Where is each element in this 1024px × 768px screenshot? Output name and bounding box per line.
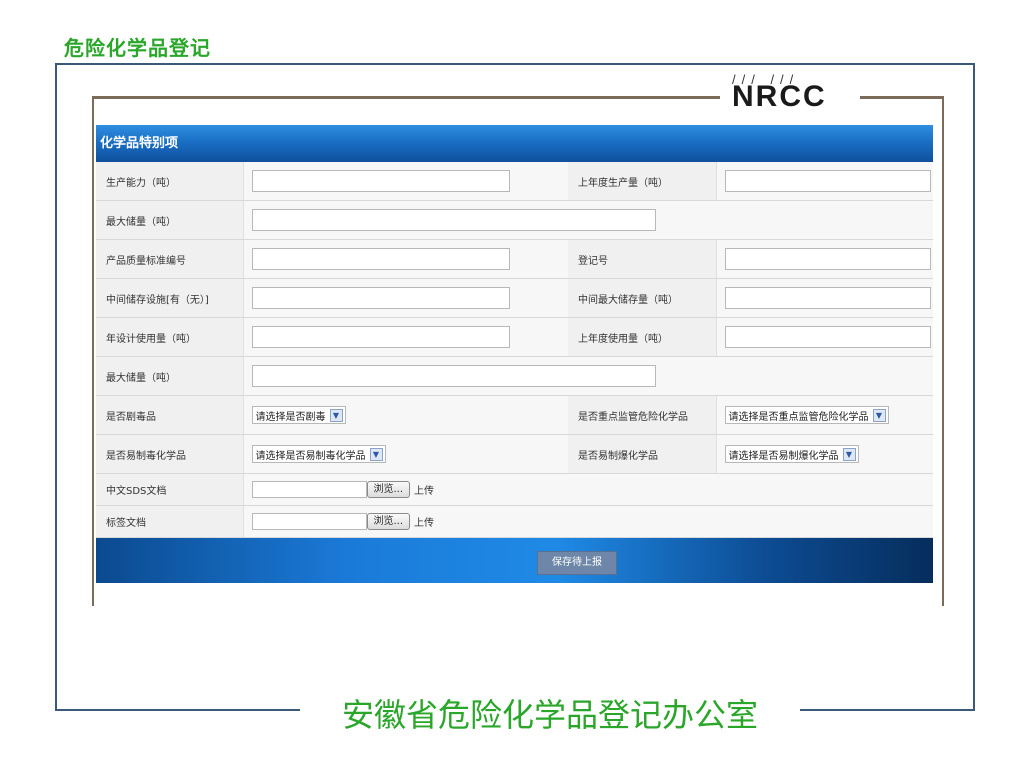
intermediate-max-storage-input[interactable] <box>724 287 931 309</box>
sds-file-input[interactable] <box>251 481 367 498</box>
inner-frame-top-right <box>860 96 942 99</box>
label-file-input[interactable] <box>251 513 367 530</box>
max-storage-input[interactable] <box>251 209 656 231</box>
highly-toxic-select[interactable]: 请选择是否剧毒 ▼ <box>251 406 346 424</box>
chevron-down-icon: ▼ <box>329 408 343 422</box>
table-row: 最大储量（吨） <box>96 356 933 396</box>
intermediate-storage-input[interactable] <box>251 287 510 309</box>
quality-standard-no-input[interactable] <box>251 248 510 270</box>
logo-mark: /// /// <box>732 72 800 87</box>
label-label-document: 标签文档 <box>96 505 243 538</box>
annual-design-usage-input[interactable] <box>251 326 510 348</box>
precursor-drug-select-value: 请选择是否易制毒化学品 <box>255 450 366 462</box>
key-supervised-select-value: 请选择是否重点监管危险化学品 <box>728 411 869 423</box>
form-footer-bar: 保存待上报 <box>96 538 933 583</box>
label-last-year-usage: 上年度使用量（吨） <box>568 317 716 357</box>
precursor-drug-select[interactable]: 请选择是否易制毒化学品 ▼ <box>251 445 386 463</box>
table-row: 最大储量（吨） <box>96 200 933 240</box>
label-upload-link[interactable]: 上传 <box>414 514 434 529</box>
label-registration-no: 登记号 <box>568 239 716 279</box>
chevron-down-icon: ▼ <box>369 447 383 461</box>
label-key-supervised: 是否重点监管危险化学品 <box>568 395 716 435</box>
label-sds-document: 中文SDS文档 <box>96 473 243 506</box>
label-max-storage: 最大储量（吨） <box>96 200 243 240</box>
form-table: 生产能力（吨） 上年度生产量（吨） 最大储量（吨） 产品质量标准编号 登记号 中… <box>96 162 933 538</box>
label-intermediate-max-storage: 中间最大储存量（吨） <box>568 278 716 318</box>
footer-organization-title: 安徽省危险化学品登记办公室 <box>300 690 800 736</box>
table-row: 年设计使用量（吨） 上年度使用量（吨） <box>96 317 933 357</box>
label-quality-standard-no: 产品质量标准编号 <box>96 239 243 279</box>
table-row: 中文SDS文档 浏览... 上传 <box>96 473 933 506</box>
label-highly-toxic: 是否剧毒品 <box>96 395 243 435</box>
table-row: 标签文档 浏览... 上传 <box>96 505 933 538</box>
sds-upload-link[interactable]: 上传 <box>414 482 434 497</box>
chemical-special-items-form: 化学品特别项 生产能力（吨） 上年度生产量（吨） 最大储量（吨） 产品质量标准编… <box>96 125 933 592</box>
production-capacity-input[interactable] <box>251 170 510 192</box>
chevron-down-icon: ▼ <box>872 408 886 422</box>
max-storage-2-input[interactable] <box>251 365 656 387</box>
label-annual-design-usage: 年设计使用量（吨） <box>96 317 243 357</box>
label-last-year-production: 上年度生产量（吨） <box>568 162 716 201</box>
table-row: 中间储存设施[有（无）] 中间最大储存量（吨） <box>96 278 933 318</box>
inner-frame-top <box>92 96 720 99</box>
registration-no-input[interactable] <box>724 248 931 270</box>
label-max-storage-2: 最大储量（吨） <box>96 356 243 396</box>
table-row: 生产能力（吨） 上年度生产量（吨） <box>96 162 933 201</box>
inner-frame-left <box>92 96 94 606</box>
chevron-down-icon: ▼ <box>842 447 856 461</box>
label-precursor-explosive: 是否易制爆化学品 <box>568 434 716 474</box>
table-row: 是否易制毒化学品 请选择是否易制毒化学品 ▼ 是否易制爆化学品 请选择是否易制爆… <box>96 434 933 474</box>
last-year-production-input[interactable] <box>724 170 931 192</box>
save-pending-submit-button[interactable]: 保存待上报 <box>537 551 617 575</box>
table-row: 是否剧毒品 请选择是否剧毒 ▼ 是否重点监管危险化学品 请选择是否重点监管危险化… <box>96 395 933 435</box>
section-header: 化学品特别项 <box>96 125 933 162</box>
table-row: 产品质量标准编号 登记号 <box>96 239 933 279</box>
label-production-capacity: 生产能力（吨） <box>96 162 243 201</box>
precursor-explosive-select[interactable]: 请选择是否易制爆化学品 ▼ <box>724 445 859 463</box>
sds-browse-button[interactable]: 浏览... <box>366 481 411 498</box>
label-precursor-drug: 是否易制毒化学品 <box>96 434 243 474</box>
inner-frame-right <box>942 96 944 606</box>
highly-toxic-select-value: 请选择是否剧毒 <box>255 411 326 423</box>
precursor-explosive-select-value: 请选择是否易制爆化学品 <box>728 450 839 462</box>
label-intermediate-storage: 中间储存设施[有（无）] <box>96 278 243 318</box>
page-title: 危险化学品登记 <box>64 36 211 60</box>
nrcc-logo: /// /// NRCC <box>732 72 827 114</box>
key-supervised-select[interactable]: 请选择是否重点监管危险化学品 ▼ <box>724 406 889 424</box>
label-browse-button[interactable]: 浏览... <box>366 513 411 530</box>
last-year-usage-input[interactable] <box>724 326 931 348</box>
